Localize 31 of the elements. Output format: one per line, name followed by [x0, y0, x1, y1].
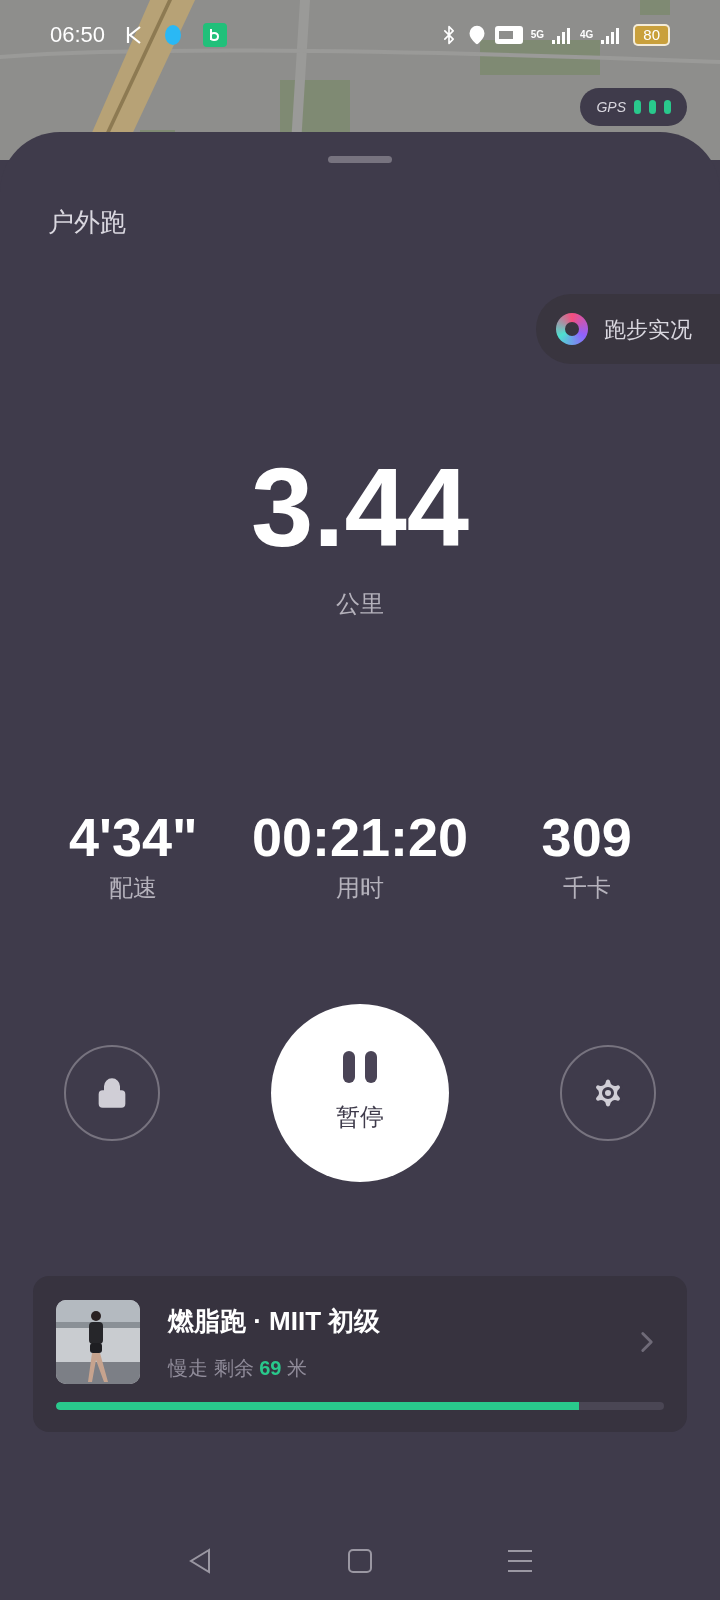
lock-button[interactable] — [64, 1045, 160, 1141]
home-icon[interactable] — [348, 1549, 372, 1573]
live-button[interactable]: 跑步实况 — [536, 294, 720, 364]
gps-indicator: GPS — [580, 88, 687, 126]
signal-icon — [601, 25, 622, 44]
network-label: 5G — [530, 28, 544, 42]
stat-value: 00:21:20 — [251, 810, 469, 864]
network-label: 4G — [579, 28, 594, 42]
pause-button[interactable]: 暂停 — [271, 1004, 449, 1182]
distance-unit: 公里 — [336, 589, 384, 619]
plan-title: 燃脂跑 · MIIT 初级 — [168, 1304, 382, 1338]
page-title: 户外跑 — [48, 206, 126, 239]
pause-icon — [343, 1051, 377, 1083]
drag-handle[interactable] — [328, 156, 392, 163]
stat-value: 4'34" — [69, 810, 198, 864]
ring-icon — [556, 313, 588, 345]
stat-value: 309 — [541, 810, 632, 864]
plan-card[interactable]: 燃脂跑 · MIIT 初级 慢走 剩余 69 米 — [33, 1276, 687, 1432]
stat-label: 配速 — [109, 873, 158, 903]
distance-value: 3.44 — [251, 452, 469, 564]
stat-label: 用时 — [336, 873, 384, 903]
settings-button[interactable] — [560, 1045, 656, 1141]
plan-status: 慢走 剩余 69 米 — [168, 1355, 308, 1381]
stat-label: 千卡 — [562, 873, 611, 903]
b-app-icon — [203, 22, 228, 47]
menu-icon[interactable] — [506, 1549, 533, 1573]
penguin-icon — [163, 23, 184, 46]
status-time: 06:50 — [50, 21, 106, 49]
battery-indicator: 80 — [633, 23, 670, 46]
signal-icon — [551, 25, 572, 44]
lock-icon — [96, 1077, 128, 1109]
